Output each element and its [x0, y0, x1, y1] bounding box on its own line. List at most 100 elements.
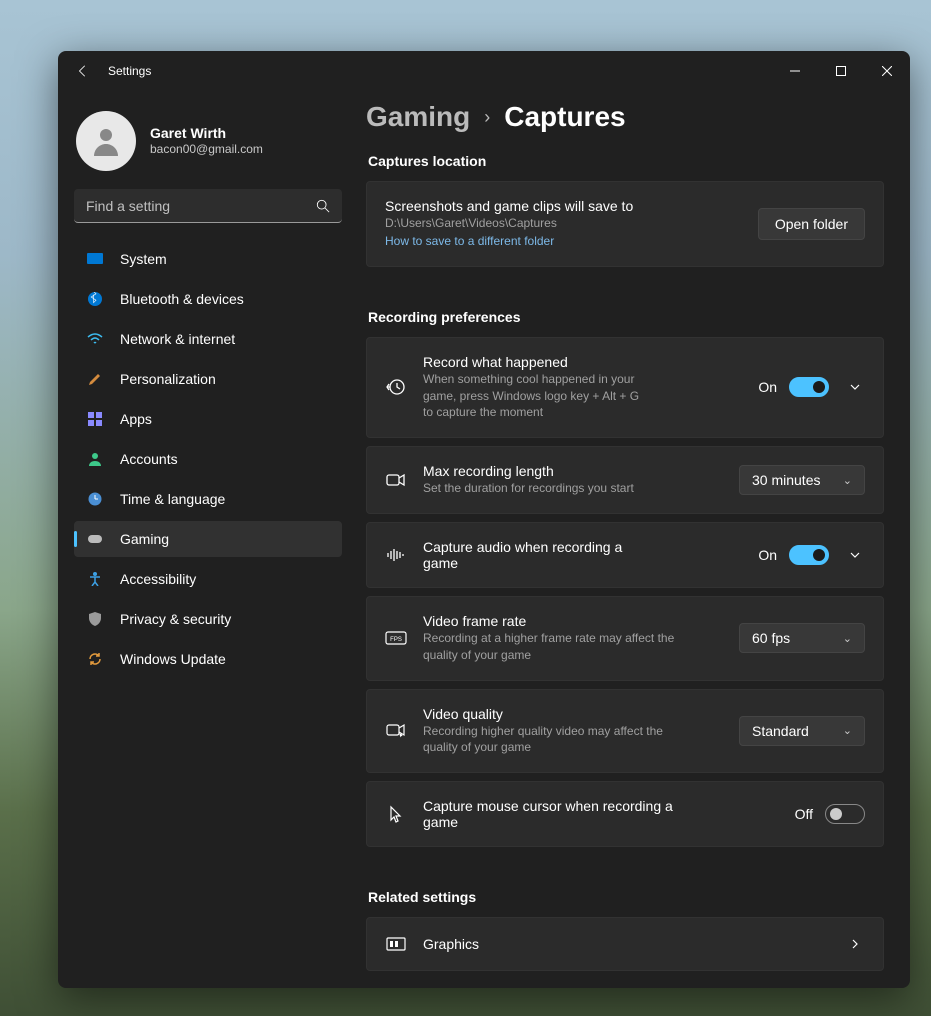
graphics-icon	[385, 936, 407, 952]
section-recording-prefs: Recording preferences	[368, 309, 884, 325]
nav-personalization[interactable]: Personalization	[74, 361, 342, 397]
expand-button[interactable]	[845, 545, 865, 565]
clock-icon	[86, 490, 104, 508]
shield-icon	[86, 610, 104, 628]
row-max-recording-length: Max recording length Set the duration fo…	[366, 446, 884, 514]
history-icon	[385, 377, 407, 397]
toggle-state: On	[758, 547, 777, 563]
user-name: Garet Wirth	[150, 124, 263, 142]
expand-button[interactable]	[845, 377, 865, 397]
nav-accounts[interactable]: Accounts	[74, 441, 342, 477]
nav-apps[interactable]: Apps	[74, 401, 342, 437]
breadcrumb-current: Captures	[504, 101, 625, 133]
nav-label: Gaming	[120, 531, 169, 547]
window-title: Settings	[108, 64, 772, 78]
user-profile[interactable]: Garet Wirth bacon00@gmail.com	[76, 111, 342, 171]
row-title: Max recording length	[423, 463, 723, 479]
breadcrumb: Gaming › Captures	[366, 101, 884, 133]
nav-label: Windows Update	[120, 651, 226, 667]
settings-window: Settings Garet Wirth bacon00@gmail.com	[58, 51, 910, 988]
sidebar: Garet Wirth bacon00@gmail.com System Blu…	[58, 91, 358, 988]
nav-bluetooth[interactable]: Bluetooth & devices	[74, 281, 342, 317]
avatar	[76, 111, 136, 171]
section-related: Related settings	[368, 889, 884, 905]
cursor-icon	[385, 805, 407, 823]
search-box	[74, 189, 342, 223]
nav-list: System Bluetooth & devices Network & int…	[74, 241, 342, 677]
open-folder-button[interactable]: Open folder	[758, 208, 865, 240]
row-title: Record what happened	[423, 354, 742, 370]
nav-label: Network & internet	[120, 331, 235, 347]
search-icon	[316, 199, 330, 213]
nav-label: Accessibility	[120, 571, 196, 587]
row-title: Video frame rate	[423, 613, 723, 629]
display-icon	[86, 250, 104, 268]
toggle-state: Off	[795, 806, 813, 822]
max-length-dropdown[interactable]: 30 minutes ⌄	[739, 465, 865, 495]
row-sub: Recording higher quality video may affec…	[423, 723, 683, 757]
user-email: bacon00@gmail.com	[150, 142, 263, 158]
nav-system[interactable]: System	[74, 241, 342, 277]
update-icon	[86, 650, 104, 668]
record-toggle[interactable]	[789, 377, 829, 397]
nav-label: System	[120, 251, 167, 267]
location-line: Screenshots and game clips will save to	[385, 198, 742, 214]
row-title: Capture mouse cursor when recording a ga…	[423, 798, 683, 830]
row-sub: When something cool happened in your gam…	[423, 371, 648, 421]
row-sub: Recording at a higher frame rate may aff…	[423, 630, 693, 664]
nav-label: Personalization	[120, 371, 216, 387]
row-graphics[interactable]: Graphics	[366, 917, 884, 971]
gamepad-icon	[86, 530, 104, 548]
close-button[interactable]	[864, 51, 910, 91]
quality-icon	[385, 722, 407, 740]
bluetooth-icon	[86, 290, 104, 308]
nav-label: Time & language	[120, 491, 225, 507]
row-title: Graphics	[423, 936, 829, 952]
back-button[interactable]	[76, 64, 90, 78]
chevron-down-icon: ⌄	[843, 632, 852, 645]
row-video-frame-rate: FPS Video frame rate Recording at a high…	[366, 596, 884, 681]
quality-dropdown[interactable]: Standard ⌄	[739, 716, 865, 746]
brush-icon	[86, 370, 104, 388]
video-icon	[385, 472, 407, 488]
person-icon	[86, 450, 104, 468]
nav-label: Privacy & security	[120, 611, 231, 627]
cursor-toggle[interactable]	[825, 804, 865, 824]
row-sub: Set the duration for recordings you star…	[423, 480, 723, 497]
toggle-state: On	[758, 379, 777, 395]
nav-time[interactable]: Time & language	[74, 481, 342, 517]
nav-privacy[interactable]: Privacy & security	[74, 601, 342, 637]
location-help-link[interactable]: How to save to a different folder	[385, 234, 554, 248]
row-title: Video quality	[423, 706, 723, 722]
chevron-down-icon: ⌄	[843, 724, 852, 737]
fps-icon: FPS	[385, 631, 407, 645]
row-capture-audio: Capture audio when recording a game On	[366, 522, 884, 588]
captures-location-card: Screenshots and game clips will save to …	[366, 181, 884, 267]
nav-update[interactable]: Windows Update	[74, 641, 342, 677]
nav-network[interactable]: Network & internet	[74, 321, 342, 357]
row-capture-cursor: Capture mouse cursor when recording a ga…	[366, 781, 884, 847]
row-video-quality: Video quality Recording higher quality v…	[366, 689, 884, 774]
nav-label: Apps	[120, 411, 152, 427]
content-area: Gaming › Captures Captures location Scre…	[358, 91, 910, 988]
window-controls	[772, 51, 910, 91]
minimize-button[interactable]	[772, 51, 818, 91]
nav-gaming[interactable]: Gaming	[74, 521, 342, 557]
nav-label: Bluetooth & devices	[120, 291, 244, 307]
row-record-what-happened: Record what happened When something cool…	[366, 337, 884, 438]
svg-text:FPS: FPS	[390, 637, 402, 643]
apps-icon	[86, 410, 104, 428]
nav-accessibility[interactable]: Accessibility	[74, 561, 342, 597]
audio-wave-icon	[385, 547, 407, 563]
breadcrumb-parent[interactable]: Gaming	[366, 101, 470, 133]
section-captures-location: Captures location	[368, 153, 884, 169]
chevron-right-icon: ›	[484, 107, 490, 128]
nav-label: Accounts	[120, 451, 178, 467]
wifi-icon	[86, 330, 104, 348]
search-input[interactable]	[74, 189, 342, 223]
location-path: D:\Users\Garet\Videos\Captures	[385, 215, 742, 232]
row-title: Capture audio when recording a game	[423, 539, 633, 571]
fps-dropdown[interactable]: 60 fps ⌄	[739, 623, 865, 653]
audio-toggle[interactable]	[789, 545, 829, 565]
maximize-button[interactable]	[818, 51, 864, 91]
